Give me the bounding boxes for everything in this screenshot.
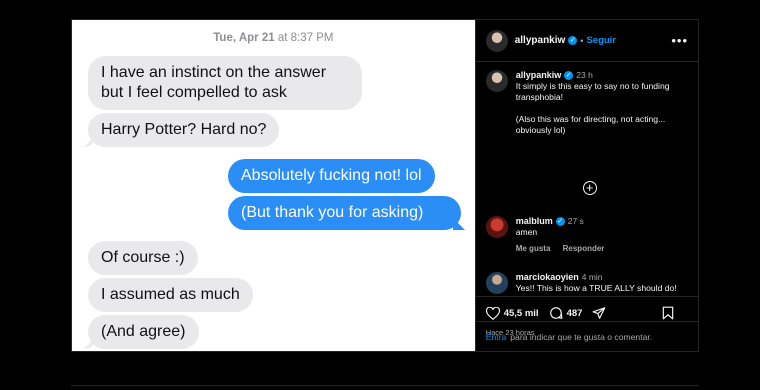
- load-more-comments-icon[interactable]: +: [582, 181, 597, 195]
- share-button[interactable]: [592, 306, 610, 320]
- login-prompt-text: para indicar que te gusta o comentar.: [510, 331, 653, 342]
- like-comment-link[interactable]: Me gusta: [516, 244, 551, 253]
- verified-badge-icon: ✓: [555, 217, 565, 227]
- author-username[interactable]: allypankiw: [515, 35, 566, 46]
- message-timestamp: Tue, Apr 21 at 8:37 PM: [72, 32, 475, 44]
- bookmark-icon: [662, 306, 674, 320]
- heart-icon: [485, 306, 500, 320]
- reply-link[interactable]: Responder: [563, 244, 605, 253]
- login-link[interactable]: Entra: [486, 332, 507, 342]
- commenter-avatar[interactable]: [485, 272, 508, 294]
- like-button[interactable]: 45,5 mil: [485, 306, 539, 320]
- post-side-panel: allypankiw ✓ • Seguir ••• allypankiw ✓ 23 …: [474, 20, 698, 351]
- sent-message-1: Absolutely fucking not! lol: [228, 159, 435, 193]
- verified-badge-icon: ✓: [568, 36, 578, 45]
- received-message-2: Harry Potter? Hard no?: [88, 113, 280, 147]
- received-message-4: I assumed as much: [88, 278, 253, 312]
- timestamp-at: at: [277, 32, 288, 44]
- caption-text: It simply is this easy to say no to fund…: [515, 81, 670, 135]
- comment-time: 4 min: [581, 272, 603, 282]
- likes-count: 45,5 mil: [503, 307, 539, 319]
- verified-badge-icon: ✓: [564, 71, 574, 81]
- received-message-3: Of course :): [88, 241, 198, 275]
- message-line: I have an instinct on the answer: [101, 64, 327, 81]
- caption-time: 23 h: [576, 70, 593, 80]
- caption-author-username[interactable]: allypankiw: [516, 70, 562, 80]
- author-avatar[interactable]: [485, 29, 508, 52]
- comments-count: 487: [566, 307, 583, 319]
- share-paper-plane-icon: [593, 307, 606, 319]
- save-button[interactable]: [662, 306, 678, 320]
- commenter-username[interactable]: marciokaoyien: [516, 272, 579, 282]
- comment-time: 27 s: [567, 216, 584, 226]
- timestamp-day: Tue, Apr 21: [213, 32, 275, 44]
- follow-button[interactable]: Seguir: [586, 35, 616, 46]
- received-message-5: (And agree): [88, 315, 199, 349]
- comment-text: Yes!! This is how a TRUE ALLY should do!: [515, 283, 677, 293]
- comment-icon: [549, 307, 562, 319]
- more-options-icon[interactable]: •••: [671, 33, 688, 48]
- login-prompt: Entra para indicar que te gusta o coment…: [475, 321, 698, 351]
- comment-button[interactable]: 487: [549, 306, 583, 320]
- caption-author-avatar[interactable]: [485, 70, 508, 92]
- post-actions-bar: 45,5 mil 487: [475, 296, 698, 320]
- commenter-avatar[interactable]: [485, 216, 508, 238]
- imessage-screenshot[interactable]: Tue, Apr 21 at 8:37 PM I have an instinc…: [72, 20, 475, 351]
- comment-item: malblum ✓ 27 s amen Me gusta Responder: [485, 216, 692, 254]
- post-caption: allypankiw ✓ 23 h It simply is this easy t…: [485, 70, 692, 136]
- received-message-1: I have an instinct on the answer but I f…: [88, 56, 362, 110]
- comment-text: amen: [515, 227, 538, 237]
- post-header: allypankiw ✓ • Seguir •••: [475, 20, 698, 62]
- instagram-post-modal: Tue, Apr 21 at 8:37 PM I have an instinc…: [71, 19, 699, 352]
- comment-item: marciokaoyien 4 min Yes!! This is how a T…: [485, 272, 692, 294]
- timestamp-time: 8:37 PM: [290, 32, 334, 44]
- commenter-username[interactable]: malblum: [516, 216, 553, 226]
- message-line: but I feel compelled to ask: [101, 84, 287, 101]
- separator-dot: •: [580, 35, 584, 46]
- divider: [71, 385, 699, 386]
- sent-message-2: (But thank you for asking): [228, 196, 461, 230]
